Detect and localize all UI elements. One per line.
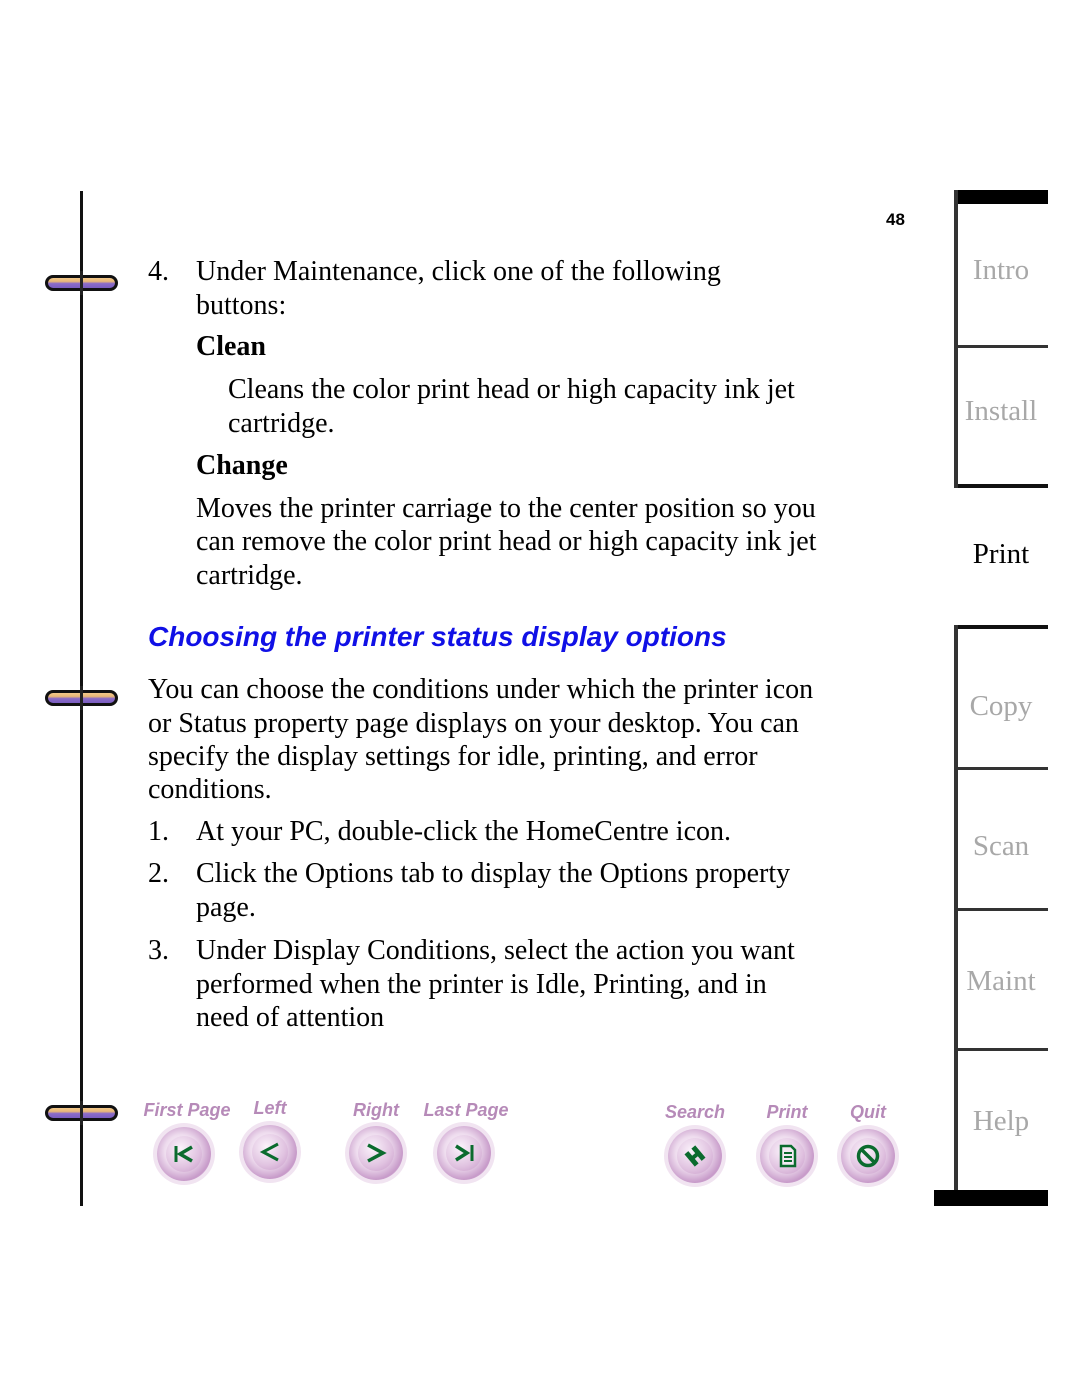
intro-paragraph: conditions. (148, 774, 272, 805)
step-text: Click the Options tab to display the Opt… (196, 858, 791, 889)
section-heading: Choosing the printer status display opti… (148, 621, 727, 652)
tab-help[interactable]: Help (954, 1105, 1048, 1138)
quit-button[interactable]: Quit (838, 1102, 898, 1192)
tab-divider (954, 625, 1048, 629)
step-text: Under Maintenance, click one of the foll… (196, 256, 721, 287)
tab-divider (954, 190, 1048, 204)
right-arrow-icon (367, 1143, 387, 1163)
step-text: need of attention (196, 1002, 385, 1033)
tab-intro[interactable]: Intro (954, 254, 1048, 287)
right-label: Right (353, 1100, 399, 1120)
first-page-button[interactable]: First Page (138, 1100, 236, 1190)
last-page-icon (455, 1144, 474, 1162)
step-text: At your PC, double-click the HomeCentre … (196, 816, 731, 847)
step-number: 3. (148, 935, 169, 966)
tab-divider (934, 1190, 1048, 1206)
intro-paragraph: You can choose the conditions under whic… (148, 674, 814, 705)
tab-divider (958, 345, 1048, 348)
last-page-label: Last Page (423, 1100, 509, 1120)
change-description: cartridge. (196, 560, 303, 591)
tab-maint[interactable]: Maint (954, 965, 1048, 998)
tab-scan[interactable]: Scan (954, 830, 1048, 863)
last-page-button[interactable]: Last Page (418, 1100, 514, 1190)
step-number: 1. (148, 816, 169, 847)
tab-copy[interactable]: Copy (954, 690, 1048, 723)
step-text: page. (196, 892, 256, 923)
binder-ring (45, 271, 118, 295)
print-document-icon (779, 1144, 797, 1168)
intro-paragraph: specify the display settings for idle, p… (148, 741, 758, 772)
print-label: Print (766, 1102, 808, 1122)
binder-ring (45, 686, 118, 710)
step-text: buttons: (196, 290, 287, 321)
tab-divider (958, 767, 1048, 770)
print-button[interactable]: Print (757, 1102, 817, 1192)
first-page-icon (174, 1145, 193, 1163)
search-binoculars-icon (684, 1145, 706, 1167)
tab-install[interactable]: Install (954, 395, 1048, 428)
clean-description: cartridge. (228, 408, 335, 439)
left-button[interactable]: Left (240, 1098, 300, 1188)
change-description: can remove the color print head or high … (196, 526, 817, 557)
tab-divider (958, 484, 1048, 488)
section-tabs: Intro Install Print Copy Scan Maint Help (934, 190, 1048, 1206)
left-label: Left (253, 1098, 287, 1118)
quit-label: Quit (850, 1102, 886, 1122)
page-number: 48 (886, 210, 905, 229)
step-number: 2. (148, 858, 169, 889)
left-arrow-icon (259, 1142, 279, 1162)
search-button[interactable]: Search (660, 1102, 730, 1192)
step-number: 4. (148, 256, 169, 287)
quit-prohibited-icon (856, 1144, 880, 1168)
intro-paragraph: or Status property page displays on your… (148, 708, 799, 739)
tab-divider (958, 1048, 1048, 1051)
tab-border (954, 190, 958, 488)
change-title: Change (196, 450, 288, 481)
binder-ring (45, 1101, 118, 1125)
step-text: Under Display Conditions, select the act… (196, 935, 795, 966)
tab-print[interactable]: Print (954, 538, 1048, 571)
clean-title: Clean (196, 331, 266, 362)
search-label: Search (664, 1102, 726, 1122)
right-button[interactable]: Right (346, 1100, 406, 1190)
first-page-label: First Page (143, 1100, 231, 1120)
change-description: Moves the printer carriage to the center… (196, 493, 816, 524)
tab-divider (958, 908, 1048, 911)
step-text: performed when the printer is Idle, Prin… (196, 969, 767, 1000)
clean-description: Cleans the color print head or high capa… (228, 374, 795, 405)
